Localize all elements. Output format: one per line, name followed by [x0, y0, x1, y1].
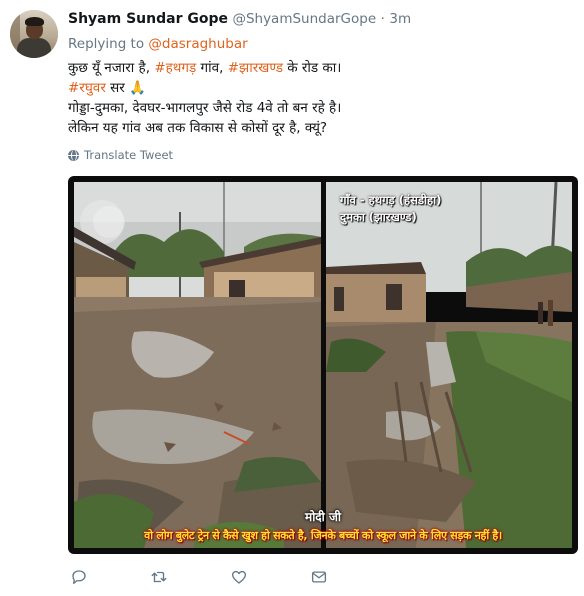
like-button[interactable]: [228, 566, 250, 588]
retweet-button[interactable]: [148, 566, 170, 588]
village-road-photo-left: [74, 182, 321, 548]
translate-label: Translate Tweet: [84, 148, 174, 162]
hashtag-raghuvar[interactable]: #रघुवर: [68, 80, 106, 96]
reply-mention-link[interactable]: @dasraghubar: [148, 36, 247, 52]
tweet-text: कुछ यूँ नजारा है, #हथगड़ गांव, #झारखण्ड …: [68, 58, 568, 138]
reply-button[interactable]: [68, 566, 90, 588]
direct-message-button[interactable]: [308, 566, 330, 588]
caption-district: दुमका (झारखण्ड): [340, 210, 417, 224]
caption-village: गाँव - हथगड़ (हंसडीहा): [340, 193, 442, 207]
tweet-actions: [68, 566, 348, 588]
replying-to-label: Replying to: [68, 36, 145, 52]
tweet-line-3: गोड्डा-दुमका, देवघर-भागलपुर जैसे रोड 4वे…: [68, 100, 342, 116]
tweet-header: Shyam Sundar Gope @ShyamSundarGope · 3m: [68, 11, 411, 27]
text-segment: कुछ यूँ नजारा है,: [68, 60, 155, 76]
text-segment: सर: [105, 80, 130, 96]
photo-left: [74, 182, 321, 548]
tweet-media-image[interactable]: गाँव - हथगड़ (हंसडीहा) दुमका (झारखण्ड) म…: [68, 176, 578, 554]
photo-caption: गाँव - हथगड़ (हंसडीहा) दुमका (झारखण्ड): [340, 192, 441, 226]
separator-dot: ·: [380, 11, 385, 27]
reply-icon: [72, 570, 86, 585]
overlay-title: मोदी जी: [305, 510, 341, 524]
folded-hands-emoji: 🙏: [129, 80, 146, 96]
village-road-photo-right: [326, 182, 572, 548]
text-segment: के रोड का।: [282, 60, 342, 76]
tweet-line-1: कुछ यूँ नजारा है, #हथगड़ गांव, #झारखण्ड …: [68, 58, 568, 78]
overlay-message: वो लोग बुलेट ट्रेन से कैसे खुश हो सकते ह…: [144, 529, 502, 542]
photo-right: [326, 182, 572, 548]
tweet-line-4: लेकिन यह गांव अब तक विकास से कोसों दूर ह…: [68, 120, 328, 136]
like-icon: [231, 570, 247, 584]
text-segment: गांव,: [196, 60, 228, 76]
translate-tweet-link[interactable]: Translate Tweet: [68, 148, 173, 162]
retweet-icon: [151, 571, 167, 583]
author-name[interactable]: Shyam Sundar Gope: [68, 11, 228, 27]
timestamp[interactable]: 3m: [389, 11, 411, 27]
globe-icon: [68, 149, 79, 161]
dm-icon: [311, 571, 327, 583]
reply-context: Replying to @dasraghubar: [68, 36, 248, 52]
hashtag-jharkhand[interactable]: #झारखण्ड: [228, 60, 283, 76]
tweet-line-2: #रघुवर सर 🙏: [68, 78, 568, 98]
avatar[interactable]: [10, 10, 58, 58]
hashtag-hathgad[interactable]: #हथगड़: [154, 60, 196, 76]
author-handle[interactable]: @ShyamSundarGope: [232, 11, 376, 27]
